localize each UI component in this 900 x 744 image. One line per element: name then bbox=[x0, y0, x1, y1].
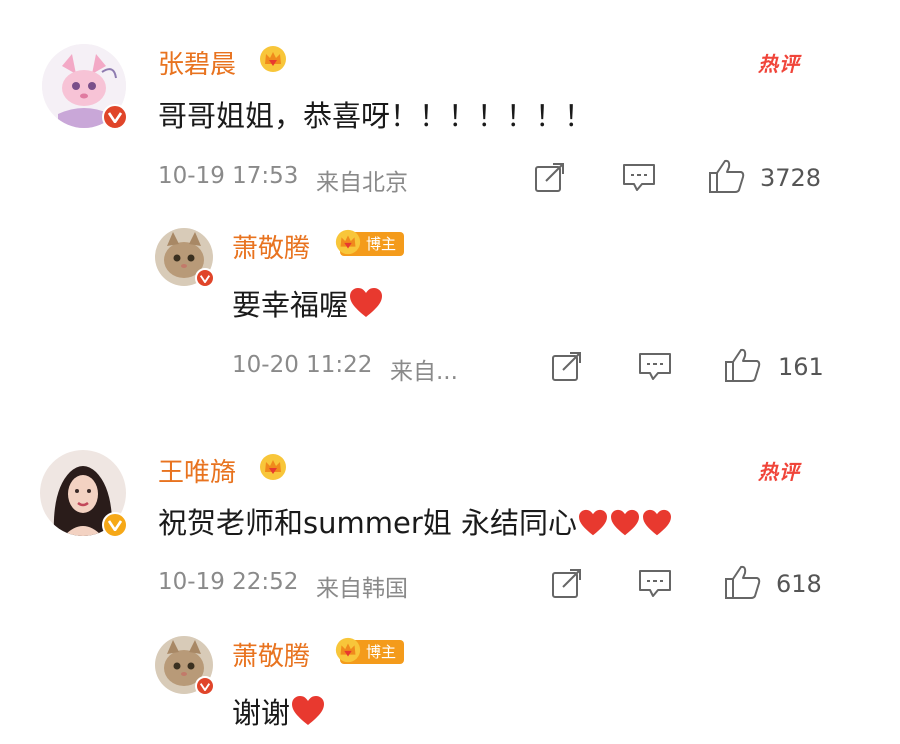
blogger-badge-label: 博主 bbox=[366, 643, 397, 661]
avatar-wang[interactable] bbox=[40, 450, 128, 538]
comment-icon[interactable] bbox=[638, 351, 672, 383]
reply-text: 谢谢 bbox=[232, 690, 326, 732]
reply-location: 来自... bbox=[390, 359, 458, 385]
like-icon[interactable] bbox=[724, 347, 762, 383]
reply-username[interactable]: 萧敬腾 bbox=[232, 228, 310, 265]
verified-icon bbox=[195, 676, 215, 696]
crown-icon bbox=[335, 229, 361, 255]
crown-icon bbox=[260, 46, 286, 72]
like-icon[interactable] bbox=[708, 158, 746, 194]
comment-location: 来自韩国 bbox=[316, 576, 408, 602]
crown-icon bbox=[260, 454, 286, 480]
heart-emoji bbox=[610, 509, 639, 536]
avatar-xiao[interactable] bbox=[155, 636, 215, 696]
share-icon[interactable] bbox=[550, 566, 584, 600]
heart-emoji bbox=[350, 288, 383, 317]
like-icon[interactable] bbox=[724, 564, 762, 600]
comment-username[interactable]: 张碧晨 bbox=[158, 44, 236, 81]
comment-icon[interactable] bbox=[622, 162, 656, 194]
comment-text: 哥哥姐姐，恭喜呀！！！！！！！ bbox=[158, 99, 594, 133]
like-count: 161 bbox=[778, 353, 824, 381]
reply-time: 10-20 11:22 bbox=[232, 352, 373, 378]
comment-icon[interactable] bbox=[638, 568, 672, 600]
comment-time: 10-19 17:53 bbox=[158, 163, 299, 189]
comment-1: 张碧晨 热评 哥哥姐姐，恭喜呀！！！！！！！ 10-19 17:53 来自北京 … bbox=[0, 0, 900, 440]
comment-text: 祝贺老师和summer姐 永结同心 bbox=[158, 500, 673, 542]
heart-emoji bbox=[642, 509, 671, 536]
comment-location: 来自北京 bbox=[316, 170, 408, 196]
reply-text-content: 要幸福喔 bbox=[232, 288, 349, 322]
hot-comment-label: 热评 bbox=[758, 460, 800, 484]
share-icon[interactable] bbox=[533, 160, 567, 194]
comment-text-content: 祝贺老师和summer姐 永结同心 bbox=[158, 506, 577, 540]
comment-username[interactable]: 王唯旖 bbox=[158, 452, 236, 489]
heart-emoji bbox=[578, 509, 607, 536]
comment-2: 王唯旖 热评 祝贺老师和summer姐 永结同心 10-19 22:52 来自韩… bbox=[0, 440, 900, 744]
reply-username[interactable]: 萧敬腾 bbox=[232, 636, 310, 673]
hot-comment-label: 热评 bbox=[758, 52, 800, 76]
like-count: 618 bbox=[776, 570, 822, 598]
like-count: 3728 bbox=[760, 164, 822, 192]
comment-time: 10-19 22:52 bbox=[158, 569, 299, 595]
verified-icon bbox=[195, 268, 215, 288]
verified-icon bbox=[102, 512, 128, 538]
avatar-xiao[interactable] bbox=[155, 228, 215, 288]
share-icon[interactable] bbox=[550, 349, 584, 383]
crown-icon bbox=[335, 637, 361, 663]
avatar-zhang[interactable] bbox=[42, 44, 128, 130]
reply-text-content: 谢谢 bbox=[232, 696, 291, 730]
reply-text: 要幸福喔 bbox=[232, 282, 384, 324]
heart-emoji bbox=[292, 696, 325, 725]
blogger-badge: 博主 bbox=[335, 229, 405, 256]
blogger-badge-label: 博主 bbox=[366, 235, 397, 253]
blogger-badge: 博主 bbox=[335, 637, 405, 664]
verified-icon bbox=[102, 104, 128, 130]
